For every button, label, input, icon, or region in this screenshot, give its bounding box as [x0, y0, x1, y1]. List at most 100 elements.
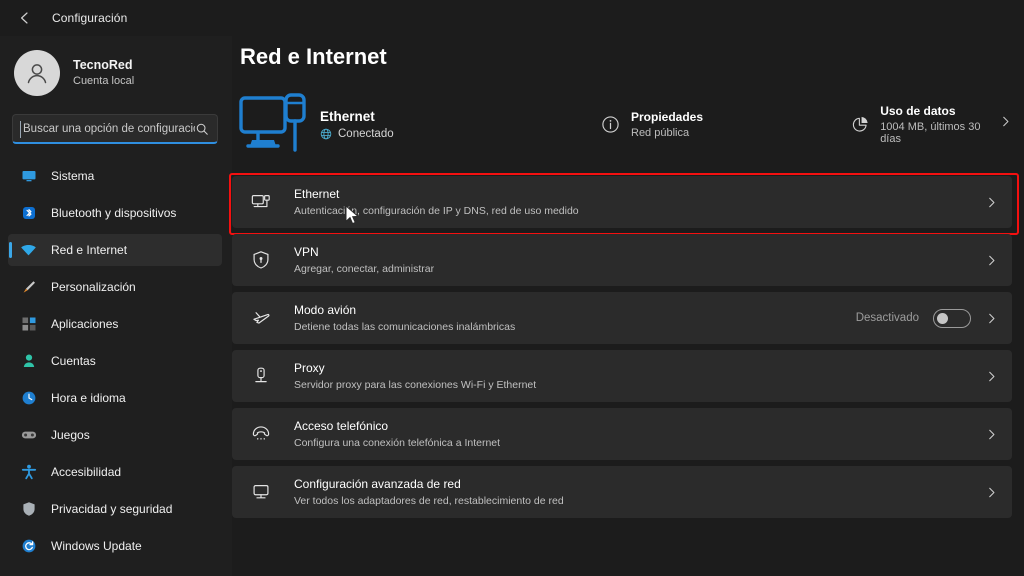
sidebar-item-cuentas[interactable]: Cuentas — [8, 345, 222, 377]
vpn-shield-icon — [250, 250, 272, 270]
sidebar-item-hora-e-idioma[interactable]: Hora e idioma — [8, 382, 222, 414]
hero-network-info: Ethernet Conectado — [320, 109, 394, 140]
pie-chart-icon — [852, 116, 868, 132]
sidebar-item-accesibilidad[interactable]: Accesibilidad — [8, 456, 222, 488]
card-text: Proxy Servidor proxy para las conexiones… — [294, 360, 536, 392]
sidebar-item-label: Accesibilidad — [51, 465, 122, 479]
sidebar-item-red-e-internet[interactable]: Red e Internet — [8, 234, 222, 266]
sidebar-item-windows-update[interactable]: Windows Update — [8, 530, 222, 562]
card-title: Acceso telefónico — [294, 418, 389, 433]
chevron-right-icon[interactable] — [985, 312, 998, 325]
card-text: Acceso telefónico Configura una conexión… — [294, 418, 500, 450]
arrow-left-icon — [21, 12, 28, 24]
card-title: VPN — [294, 244, 319, 259]
data-usage-entry[interactable]: Uso de datos 1004 MB, últimos 30 días — [851, 104, 999, 145]
avatar — [14, 50, 60, 96]
card-configuracion-avanzada-de-red[interactable]: Configuración avanzada de red Ver todos … — [232, 466, 1012, 518]
data-usage-title: Uso de datos — [880, 103, 956, 118]
person-avatar-icon — [27, 64, 47, 84]
update-refresh-icon — [20, 538, 37, 555]
card-subtitle: Detiene todas las comunicaciones inalámb… — [294, 320, 516, 333]
shield-icon — [20, 501, 37, 518]
sidebar-item-personalizacion[interactable]: Personalización — [8, 271, 222, 303]
card-ethernet[interactable]: Ethernet Autenticación, configuración de… — [229, 173, 1019, 235]
account-name: TecnoRed — [73, 58, 133, 73]
airplane-icon — [250, 308, 272, 328]
card-right: Desactivado — [855, 308, 998, 328]
card-subtitle: Servidor proxy para las conexiones Wi-Fi… — [294, 378, 537, 391]
clock-icon — [20, 390, 37, 407]
dialup-phone-icon — [250, 424, 272, 444]
card-text: Ethernet Autenticación, configuración de… — [294, 186, 579, 218]
sidebar-nav: Sistema Bluetooth y dispositivos Red e I… — [0, 160, 232, 562]
hero-network-name: Ethernet — [320, 108, 375, 124]
sidebar: TecnoRed Cuenta local Sistema — [0, 0, 232, 576]
card-title: Modo avión — [294, 302, 357, 317]
network-hero: Ethernet Conectado Propiedades Red públi… — [232, 88, 1024, 160]
card-subtitle: Configura una conexión telefónica a Inte… — [294, 436, 501, 449]
search-icon[interactable] — [195, 122, 209, 136]
settings-window: Configuración TecnoRed Cuenta local Busc… — [0, 0, 1024, 576]
monitor-icon — [20, 168, 37, 185]
paintbrush-icon — [20, 279, 37, 296]
hero-status-text: Conectado — [338, 127, 394, 140]
sidebar-item-bluetooth[interactable]: Bluetooth y dispositivos — [8, 197, 222, 229]
gamepad-icon — [20, 427, 37, 444]
card-right — [985, 254, 998, 267]
card-vpn[interactable]: VPN Agregar, conectar, administrar — [232, 234, 1012, 286]
sidebar-item-aplicaciones[interactable]: Aplicaciones — [8, 308, 222, 340]
toggle-knob — [937, 312, 948, 324]
chevron-right-icon[interactable] — [985, 196, 998, 209]
main-content: Red e Internet Ethernet Conectado Propie… — [229, 0, 1024, 576]
card-proxy[interactable]: Proxy Servidor proxy para las conexiones… — [232, 350, 1012, 402]
title-bar: Configuración — [0, 0, 1024, 36]
chevron-right-icon[interactable] — [985, 254, 998, 267]
text-caret — [20, 121, 21, 138]
sidebar-item-label: Privacidad y seguridad — [51, 502, 173, 516]
sidebar-item-label: Windows Update — [51, 539, 142, 553]
window-title: Configuración — [52, 11, 128, 25]
sidebar-item-label: Red e Internet — [51, 243, 128, 257]
card-right — [985, 428, 998, 441]
search-input[interactable] — [23, 122, 195, 135]
hero-actions: Propiedades Red pública Uso de datos 100… — [601, 104, 1024, 145]
card-title: Proxy — [294, 360, 325, 375]
card-subtitle: Autenticación, configuración de IP y DNS… — [294, 204, 579, 217]
airplane-mode-toggle[interactable] — [933, 308, 971, 328]
sidebar-item-label: Cuentas — [51, 354, 96, 368]
toggle-state-label: Desactivado — [855, 312, 919, 324]
sidebar-item-privacidad-y-seguridad[interactable]: Privacidad y seguridad — [8, 493, 222, 525]
account-section[interactable]: TecnoRed Cuenta local — [0, 36, 232, 98]
wifi-icon — [20, 242, 37, 259]
card-modo-avion[interactable]: Modo avión Detiene todas las comunicacio… — [232, 292, 1012, 344]
data-usage-subtitle: 1004 MB, últimos 30 días — [880, 120, 981, 145]
properties-entry[interactable]: Propiedades Red pública — [601, 110, 851, 139]
chevron-right-icon[interactable] — [999, 115, 1024, 133]
chevron-right-icon[interactable] — [985, 486, 998, 499]
info-circle-icon — [602, 115, 619, 133]
search-box[interactable] — [12, 114, 218, 144]
sidebar-item-label: Hora e idioma — [51, 391, 126, 405]
properties-title: Propiedades — [631, 109, 704, 124]
sidebar-item-sistema[interactable]: Sistema — [8, 160, 222, 192]
account-type: Cuenta local — [73, 75, 135, 88]
card-text: Modo avión Detiene todas las comunicacio… — [294, 302, 515, 334]
card-acceso-telefonico[interactable]: Acceso telefónico Configura una conexión… — [232, 408, 1012, 460]
back-button[interactable] — [12, 5, 38, 31]
person-icon — [20, 353, 37, 370]
hero-status: Conectado — [320, 128, 394, 140]
chevron-right-icon[interactable] — [985, 428, 998, 441]
properties-subtitle: Red pública — [631, 126, 690, 139]
apps-grid-icon — [20, 316, 37, 333]
card-right — [985, 196, 998, 209]
sidebar-item-juegos[interactable]: Juegos — [8, 419, 222, 451]
sidebar-item-label: Aplicaciones — [51, 317, 119, 331]
proxy-server-icon — [250, 366, 272, 386]
card-right — [985, 370, 998, 383]
chevron-right-icon[interactable] — [985, 370, 998, 383]
card-text: Configuración avanzada de red Ver todos … — [294, 476, 564, 508]
settings-cards: Ethernet Autenticación, configuración de… — [229, 173, 1024, 518]
advanced-network-icon — [250, 482, 272, 502]
globe-icon — [320, 128, 332, 139]
sidebar-item-label: Personalización — [51, 280, 136, 294]
